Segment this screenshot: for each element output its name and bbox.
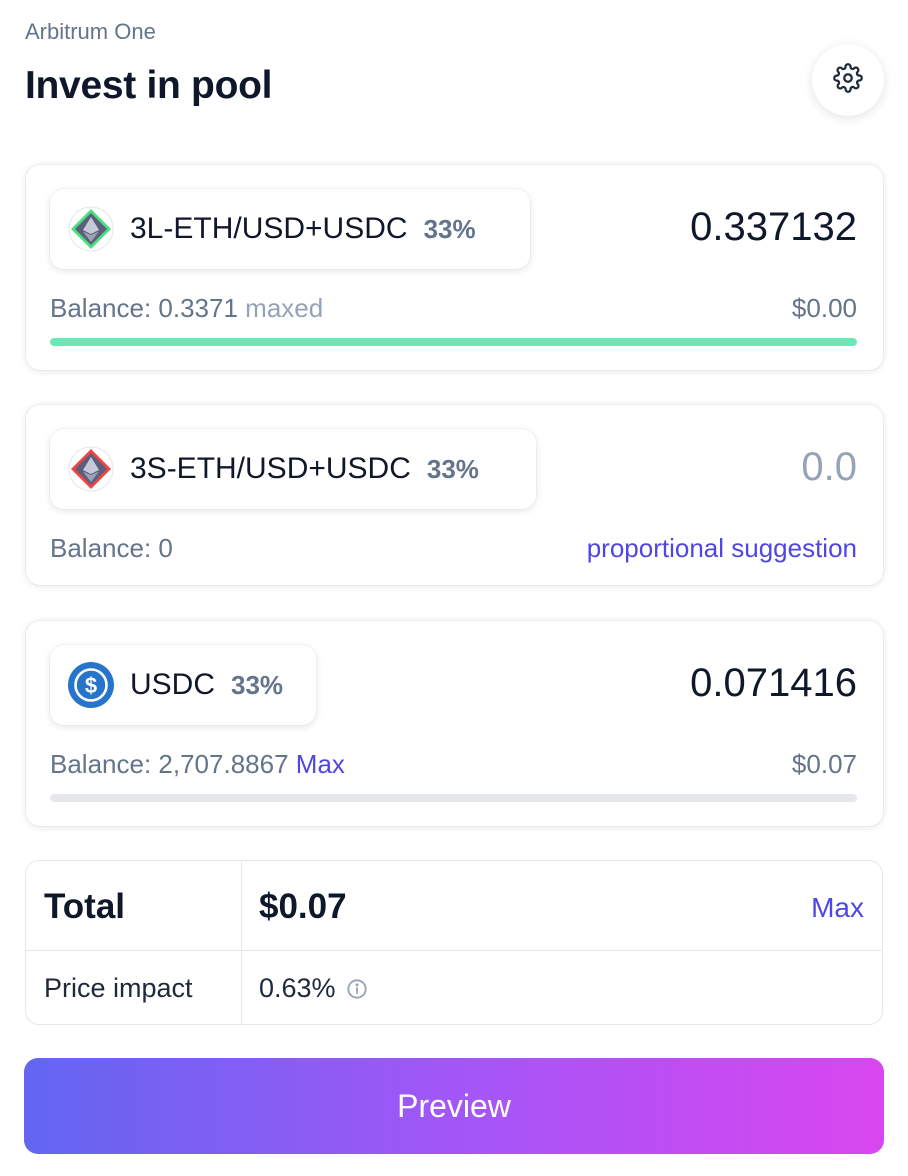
token-selector[interactable]: $ USDC 33% [50, 645, 316, 725]
token-weight: 33% [423, 213, 476, 244]
token-selector[interactable]: 3S-ETH/USD+USDC 33% [50, 429, 536, 509]
gear-icon [833, 62, 863, 98]
progress-fill [50, 338, 857, 346]
token-input-card: 3S-ETH/USD+USDC 33% Balance: 0 proportio… [26, 405, 883, 585]
price-impact-value-row: 0.63% [259, 973, 368, 1004]
balance-info: Balance: 2,707.8867 Max [50, 749, 345, 780]
balance-info: Balance: 0.3371 maxed [50, 293, 323, 324]
network-label: Arbitrum One [25, 19, 156, 44]
maxed-label: maxed [245, 293, 324, 323]
svg-text:$: $ [85, 673, 97, 698]
row-divider [26, 950, 882, 951]
token-symbol: 3L-ETH/USD+USDC [130, 212, 408, 245]
summary-table: Total $0.07 Max Price impact 0.63% [25, 860, 883, 1025]
fiat-value: $0.00 [791, 293, 857, 323]
total-label: Total [44, 887, 126, 926]
info-icon[interactable] [346, 978, 368, 1000]
balance-label: Balance: 0.3371 [50, 293, 238, 323]
preview-button[interactable]: Preview [24, 1058, 884, 1154]
balance-row: Balance: 0.3371 maxed $0.00 [50, 293, 857, 324]
settings-button[interactable] [812, 44, 884, 116]
eth-long-icon [68, 206, 114, 252]
token-weight: 33% [426, 453, 479, 484]
token-input-card: $ USDC 33% Balance: 2,707.8867 Max $0.07 [26, 621, 883, 826]
amount-input[interactable] [557, 205, 857, 250]
price-impact-label: Price impact [44, 973, 193, 1003]
token-weight: 33% [231, 669, 284, 700]
usdc-icon: $ [68, 662, 114, 708]
price-impact-value: 0.63% [259, 973, 336, 1003]
max-all-button[interactable]: Max [811, 892, 864, 924]
amount-input[interactable] [557, 661, 857, 706]
fiat-value: $0.07 [791, 749, 857, 779]
balance-row: Balance: 0 proportional suggestion [50, 533, 857, 564]
balance-label: Balance: 2,707.8867 [50, 749, 289, 779]
token-symbol: 3S-ETH/USD+USDC [130, 452, 411, 485]
token-symbol: USDC [130, 668, 216, 701]
eth-short-icon [68, 446, 114, 492]
balance-row: Balance: 2,707.8867 Max $0.07 [50, 749, 857, 780]
balance-progress-bar [50, 338, 857, 346]
max-link[interactable]: Max [296, 749, 345, 779]
total-value: $0.07 [259, 887, 347, 926]
token-input-card: 3L-ETH/USD+USDC 33% Balance: 0.3371 maxe… [26, 165, 883, 370]
amount-input[interactable] [557, 445, 857, 490]
proportional-suggestion-link[interactable]: proportional suggestion [587, 533, 857, 564]
balance-progress-bar [50, 794, 857, 802]
page-title: Invest in pool [25, 64, 273, 107]
token-selector[interactable]: 3L-ETH/USD+USDC 33% [50, 189, 530, 269]
balance-label: Balance: 0 [50, 533, 173, 563]
column-divider [241, 861, 242, 1024]
